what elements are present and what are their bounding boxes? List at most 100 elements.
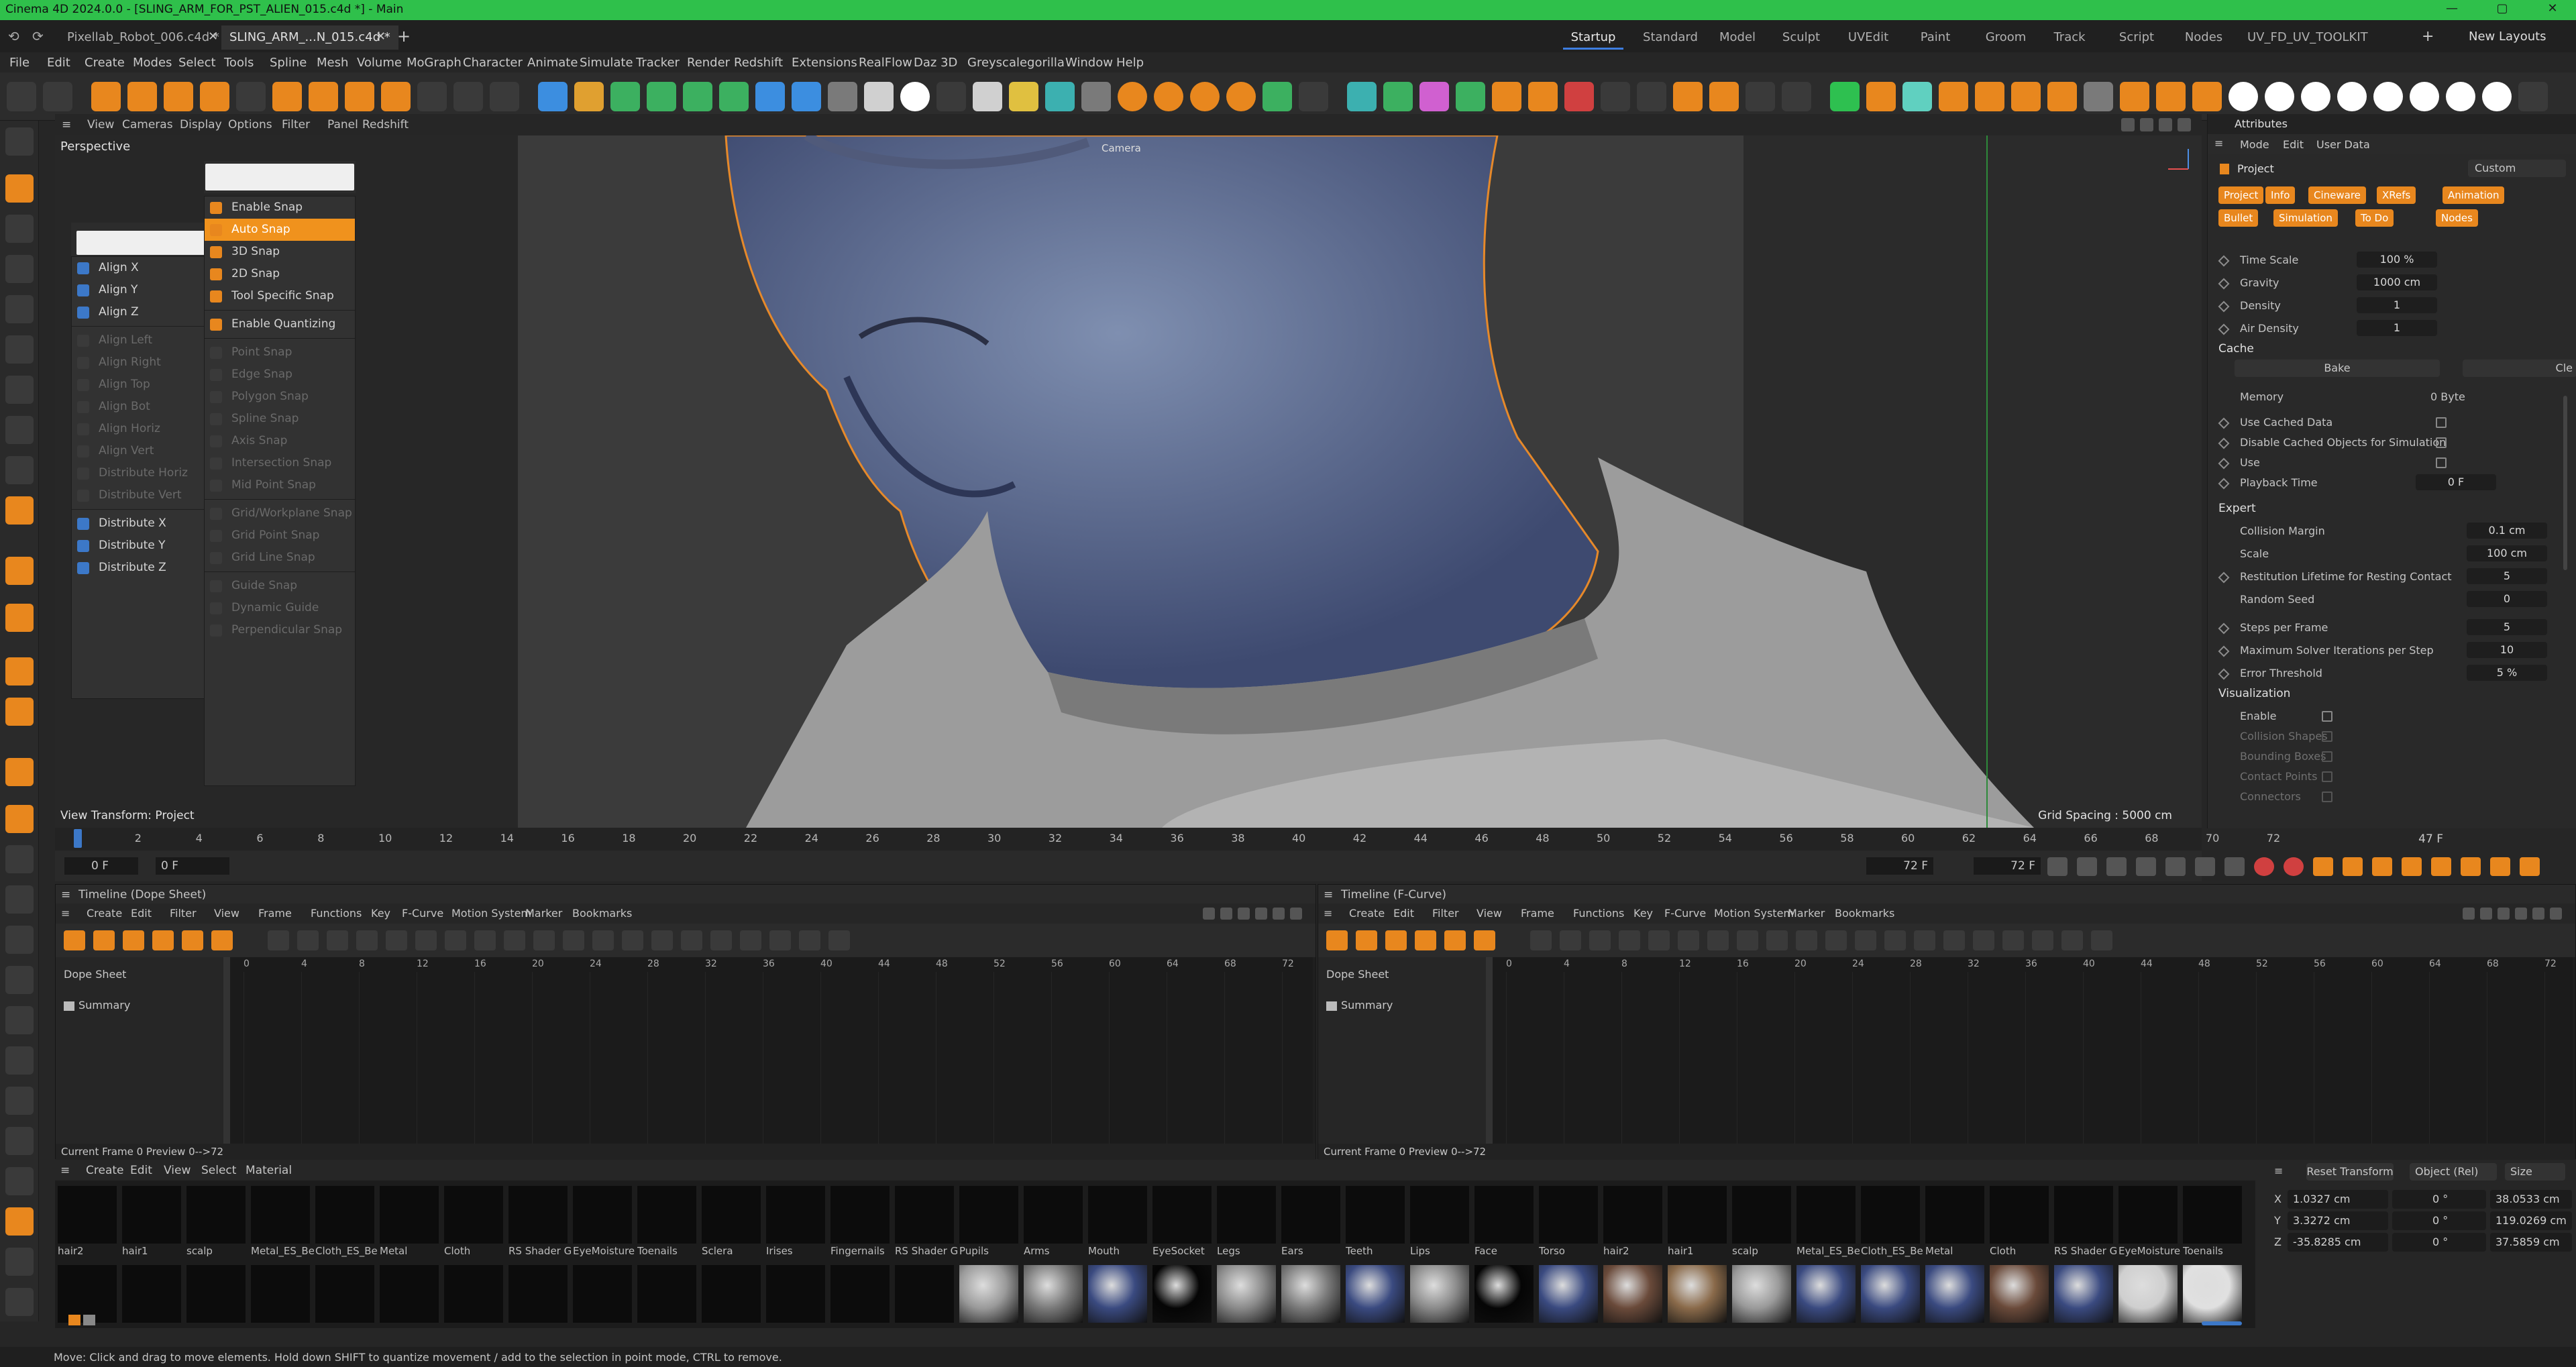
layer-icon[interactable] — [1709, 82, 1739, 111]
menu-redshift[interactable]: Redshift — [734, 56, 783, 70]
timeline-tool-15-icon[interactable] — [1766, 930, 1788, 950]
left-tool-5-icon[interactable] — [5, 295, 34, 323]
attributes-scrollbar[interactable] — [2563, 396, 2567, 570]
undo-history-icon[interactable]: ⟲ — [8, 28, 19, 44]
menu-tools[interactable]: Tools — [224, 56, 254, 70]
minimize-icon[interactable]: — — [2428, 1, 2475, 19]
material-swatch[interactable] — [1861, 1186, 1920, 1244]
material-preview[interactable] — [1088, 1265, 1147, 1323]
timeline-tool-14-icon[interactable] — [1737, 930, 1758, 950]
menu-volume[interactable]: Volume — [357, 56, 402, 70]
material-swatch[interactable] — [637, 1186, 696, 1244]
attr-tab-bullet[interactable]: Bullet — [2218, 209, 2259, 227]
material-swatch[interactable] — [1603, 1186, 1662, 1244]
timeline-menu-filter[interactable]: Filter — [170, 907, 197, 920]
sphere2-icon[interactable] — [1154, 82, 1183, 111]
camera-icon[interactable] — [900, 82, 930, 111]
max-frame-field[interactable]: 72 F — [1866, 857, 1933, 875]
menu-mograph[interactable]: MoGraph — [407, 56, 462, 70]
doc-tab-sling-arm[interactable]: SLING_ARM_...N_015.c4d * — [221, 25, 398, 50]
timeline-menu-functions[interactable]: Functions — [1573, 907, 1624, 920]
attr-tab-xrefs[interactable]: XRefs — [2377, 186, 2416, 204]
xpresso-icon[interactable] — [1081, 82, 1111, 111]
timeline-tool-10-icon[interactable] — [1619, 930, 1640, 950]
close-tab-icon[interactable]: ✕ — [376, 30, 386, 44]
keyframe-icon[interactable] — [2218, 255, 2230, 267]
timeline-tool-25-icon[interactable] — [2061, 930, 2083, 950]
timeline-tool-19-icon[interactable] — [1884, 930, 1906, 950]
sphere4-icon[interactable] — [1226, 82, 1256, 111]
snap-item-3d-snap[interactable]: 3D Snap — [205, 241, 355, 263]
timeline-menu-edit[interactable]: Edit — [1393, 907, 1414, 920]
material-preview[interactable] — [1346, 1265, 1405, 1323]
add-layout-icon[interactable]: + — [2422, 28, 2434, 45]
timeline-tool-17-icon[interactable] — [1825, 930, 1847, 950]
timeline-key-area[interactable]: 0 4 8 12 16 20 24 28 32 36 40 44 48 52 56 60 64 68 72 — [223, 957, 1313, 1144]
hamburger-icon[interactable]: ≡ — [1324, 907, 1332, 920]
coord-rotation-field[interactable]: 0 ° — [2392, 1190, 2486, 1209]
timeline-view-icon[interactable] — [1238, 908, 1250, 920]
simulation-icon[interactable] — [1492, 82, 1521, 111]
viewport-menu-cameras[interactable]: Cameras — [122, 118, 173, 131]
material-swatch[interactable] — [1668, 1186, 1727, 1244]
timeline-tool-4-icon[interactable] — [1415, 930, 1436, 950]
layout-tab-groom[interactable]: Groom — [1979, 25, 2033, 50]
timeline-tool-6-icon[interactable] — [1474, 930, 1495, 950]
plugin-t-icon[interactable] — [2518, 82, 2548, 111]
left-tool-8-icon[interactable] — [5, 416, 34, 444]
material-preview[interactable] — [2118, 1265, 2178, 1323]
live-select-icon[interactable] — [127, 82, 157, 111]
attr-menu-mode[interactable]: Mode — [2240, 138, 2269, 151]
array-icon[interactable] — [683, 82, 712, 111]
material-swatch[interactable] — [1474, 1186, 1534, 1244]
timeline-tool-17-icon[interactable] — [563, 930, 584, 950]
material-preview[interactable] — [1796, 1265, 1856, 1323]
left-tool-26-icon[interactable] — [5, 1207, 34, 1236]
material-swatch[interactable] — [2118, 1186, 2178, 1244]
left-tool-1-icon[interactable] — [5, 127, 34, 156]
sphere3-icon[interactable] — [1190, 82, 1220, 111]
timeline-tool-7-icon[interactable] — [268, 930, 289, 950]
material-list-icon[interactable] — [83, 1315, 95, 1325]
timeline-tool-23-icon[interactable] — [740, 930, 761, 950]
pyro-icon[interactable] — [1528, 82, 1558, 111]
timeline-menu-key[interactable]: Key — [371, 907, 390, 920]
coord-position-field[interactable]: 1.0327 cm — [2288, 1190, 2388, 1209]
left-tool-14-icon[interactable] — [5, 698, 34, 726]
material-swatch[interactable] — [1990, 1186, 2049, 1244]
timeline-tool-2-icon[interactable] — [93, 930, 115, 950]
playhead-marker[interactable] — [74, 829, 82, 848]
attr-tab-simulation[interactable]: Simulation — [2273, 209, 2338, 227]
play-icon[interactable] — [2136, 857, 2156, 876]
z-axis-icon[interactable] — [381, 82, 411, 111]
material-swatch[interactable] — [1539, 1186, 1598, 1244]
next-frame-icon[interactable] — [2165, 857, 2186, 876]
timeline-filter-icon[interactable] — [2480, 908, 2492, 920]
null-icon[interactable] — [828, 82, 857, 111]
left-tool-2-icon[interactable] — [5, 174, 34, 203]
keyframe-icon[interactable] — [2218, 478, 2230, 490]
timeline-tool-22-icon[interactable] — [710, 930, 732, 950]
left-tool-6-icon[interactable] — [5, 335, 34, 364]
plugin-c-icon[interactable] — [1902, 82, 1932, 111]
timeline-fit-icon[interactable] — [1273, 908, 1285, 920]
material-swatch[interactable] — [830, 1186, 890, 1244]
material-swatch[interactable] — [122, 1186, 181, 1244]
material-menu-create[interactable]: Create — [86, 1164, 124, 1177]
material-menu-view[interactable]: View — [164, 1164, 191, 1177]
plugin-p-icon[interactable] — [2373, 82, 2403, 111]
material-swatch[interactable] — [1088, 1186, 1147, 1244]
render-queue-icon[interactable] — [1782, 82, 1811, 111]
timeline-tool-16-icon[interactable] — [533, 930, 555, 950]
timeline-tool-8-icon[interactable] — [1560, 930, 1581, 950]
timeline-tool-14-icon[interactable] — [474, 930, 496, 950]
timeline-settings-icon[interactable] — [2550, 908, 2562, 920]
menu-render[interactable]: Render — [687, 56, 730, 70]
plugin-s-icon[interactable] — [1866, 82, 1896, 111]
material-swatch[interactable] — [444, 1186, 503, 1244]
coord-system-icon[interactable] — [417, 82, 447, 111]
undo-icon[interactable] — [7, 82, 36, 111]
snap-icon[interactable] — [1601, 82, 1630, 111]
material-preview[interactable] — [1539, 1265, 1598, 1323]
plugin-r-icon[interactable] — [2446, 82, 2475, 111]
